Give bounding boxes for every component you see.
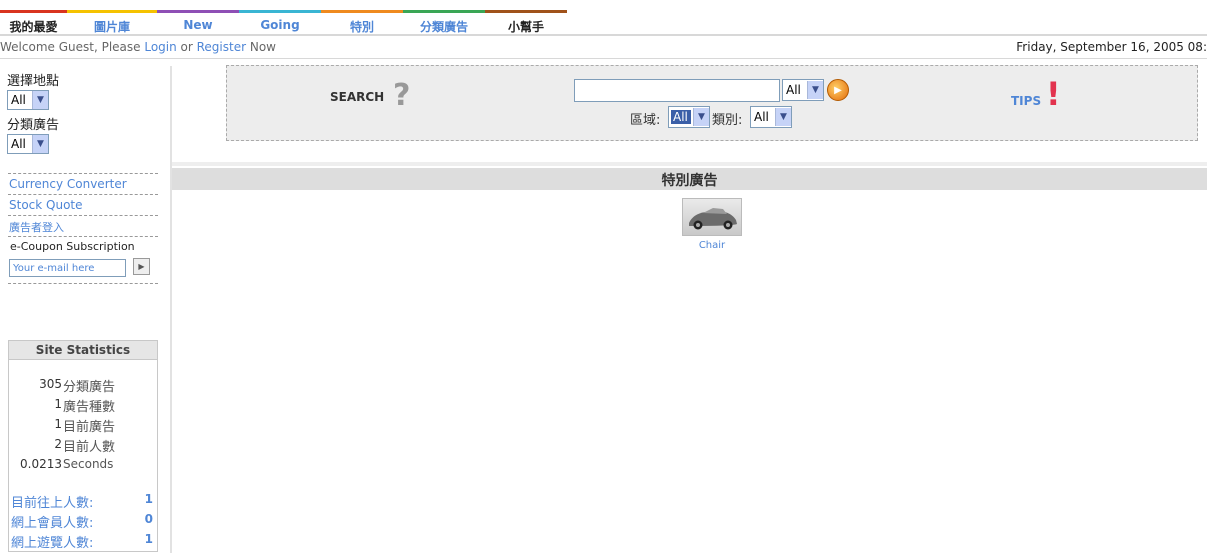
register-link[interactable]: Register xyxy=(197,40,246,54)
welcome-suffix: Now xyxy=(246,40,276,54)
content-divider xyxy=(172,162,1207,166)
advertiser-login-link[interactable]: 廣告者登入 xyxy=(9,219,64,235)
welcome-divider xyxy=(0,58,1207,59)
tips-link[interactable]: TIPS xyxy=(1011,94,1041,108)
currency-converter-link[interactable]: Currency Converter xyxy=(9,177,127,191)
online-row: 網上遊覽人數: 1 xyxy=(11,532,155,551)
welcome-prefix: Welcome Guest, Please xyxy=(0,40,145,54)
location-select-value: All xyxy=(11,93,26,107)
type-select-value: All xyxy=(754,110,769,124)
type-label: 類別: xyxy=(712,113,743,128)
stat-number: 1 xyxy=(54,397,62,411)
tab-going[interactable]: Going xyxy=(239,10,321,34)
divider xyxy=(8,194,158,195)
arrow-right-icon: ▶ xyxy=(834,84,842,96)
stat-number: 305 xyxy=(39,377,62,391)
stat-number: 1 xyxy=(54,417,62,431)
online-row: 目前往上人數: 1 xyxy=(11,492,155,511)
online-label: 目前往上人數: xyxy=(11,496,94,511)
special-ad-caption[interactable]: Chair xyxy=(682,240,742,251)
question-mark-icon[interactable]: ? xyxy=(393,78,410,113)
stat-label: 分類廣告 xyxy=(63,380,116,395)
stock-quote-link[interactable]: Stock Quote xyxy=(9,198,83,212)
divider xyxy=(8,215,158,216)
online-count: 1 xyxy=(144,492,153,506)
type-select[interactable]: All ▼ xyxy=(750,106,792,128)
stat-label: Seconds xyxy=(63,457,114,471)
stat-label: 目前人數 xyxy=(63,440,116,455)
stat-label: 目前廣告 xyxy=(63,420,116,435)
tab-helper[interactable]: 小幫手 xyxy=(485,10,567,34)
online-label: 網上會員人數: xyxy=(11,516,94,531)
stat-number: 0.0213 xyxy=(20,457,62,471)
search-scope-value: All xyxy=(786,83,801,97)
category-select[interactable]: All ▼ xyxy=(7,134,49,154)
stat-row: 1 廣告種數 xyxy=(9,396,115,415)
stat-number: 2 xyxy=(54,437,62,451)
chevron-down-icon: ▼ xyxy=(807,81,823,99)
online-label: 網上遊覽人數: xyxy=(11,536,94,551)
online-row: 網上會員人數: 0 xyxy=(11,512,155,531)
ecoupon-label: e-Coupon Subscription xyxy=(10,240,135,253)
stat-row: 1 目前廣告 xyxy=(9,416,115,435)
stat-label: 廣告種數 xyxy=(63,400,116,415)
divider xyxy=(8,173,158,174)
tab-special[interactable]: 特別 xyxy=(321,10,403,34)
special-ads-header: 特別廣告 xyxy=(172,168,1207,190)
divider xyxy=(8,283,158,284)
chevron-down-icon: ▼ xyxy=(693,108,709,126)
stat-row: 2 目前人數 xyxy=(9,436,115,455)
nav-divider xyxy=(0,34,1207,36)
stat-row: 0.0213 Seconds xyxy=(9,456,113,471)
location-select[interactable]: All ▼ xyxy=(7,90,49,110)
tab-favorites[interactable]: 我的最愛 xyxy=(0,10,67,34)
search-go-button[interactable]: ▶ xyxy=(827,79,849,101)
car-image xyxy=(689,208,737,230)
region-label: 區域: xyxy=(630,113,661,128)
play-icon: ▶ xyxy=(138,262,145,271)
login-link[interactable]: Login xyxy=(144,40,176,54)
email-field[interactable] xyxy=(9,259,126,277)
category-label: 分類廣告 xyxy=(7,118,60,133)
region-select[interactable]: All ▼ xyxy=(668,106,710,128)
search-panel: SEARCH ? All ▼ ▶ 區域: All ▼ 類別: All ▼ TIP… xyxy=(226,65,1198,141)
tab-gallery[interactable]: 圖片庫 xyxy=(67,10,157,34)
top-nav: 我的最愛 圖片庫 New Going 特別 分類廣告 小幫手 xyxy=(0,10,567,34)
welcome-or: or xyxy=(176,40,197,54)
exclamation-icon: ! xyxy=(1046,75,1061,113)
stat-row: 305 分類廣告 xyxy=(9,376,115,395)
search-scope-select[interactable]: All ▼ xyxy=(782,79,824,101)
region-select-value: All xyxy=(671,110,691,124)
online-count: 0 xyxy=(144,512,153,526)
chevron-down-icon: ▼ xyxy=(775,108,791,126)
site-statistics-box: Site Statistics 305 分類廣告 1 廣告種數 1 目前廣告 2 目前人… xyxy=(8,340,158,552)
current-date: Friday, September 16, 2005 08: xyxy=(1016,40,1207,54)
tab-new[interactable]: New xyxy=(157,10,239,34)
online-count: 1 xyxy=(144,532,153,546)
category-select-value: All xyxy=(11,137,26,151)
tab-classifieds[interactable]: 分類廣告 xyxy=(403,10,485,34)
search-label: SEARCH xyxy=(330,90,385,104)
subscribe-button[interactable]: ▶ xyxy=(133,258,150,275)
site-statistics-title: Site Statistics xyxy=(9,341,157,360)
special-ad-thumbnail[interactable] xyxy=(682,198,742,236)
search-input[interactable] xyxy=(574,79,780,102)
location-label: 選擇地點 xyxy=(7,74,60,89)
chevron-down-icon: ▼ xyxy=(32,135,48,153)
divider xyxy=(8,236,158,237)
sidebar-divider xyxy=(170,66,172,553)
welcome-bar: Welcome Guest, Please Login or Register … xyxy=(0,40,276,54)
chevron-down-icon: ▼ xyxy=(32,91,48,109)
